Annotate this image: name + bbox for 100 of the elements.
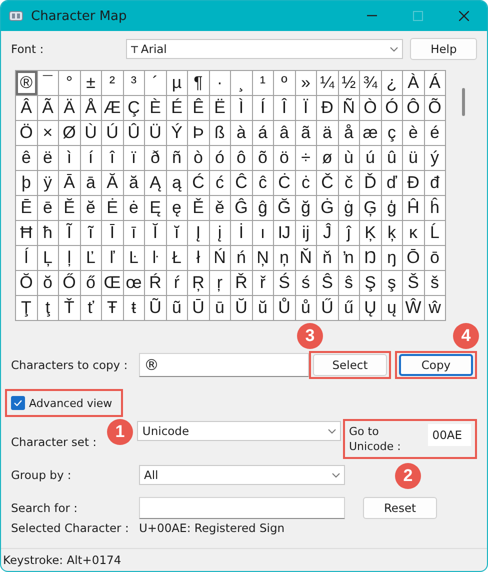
character-cell[interactable]: Ò: [360, 96, 382, 121]
character-cell[interactable]: ø: [317, 146, 338, 171]
character-cell[interactable]: ê: [16, 146, 38, 171]
character-cell[interactable]: Ŵ: [403, 296, 424, 321]
character-cell[interactable]: ŵ: [424, 296, 446, 321]
character-cell[interactable]: Ħ: [16, 221, 38, 246]
character-cell[interactable]: ţ: [38, 296, 59, 321]
character-cell[interactable]: Û: [124, 121, 145, 146]
character-cell[interactable]: é: [424, 121, 446, 146]
character-cell[interactable]: ß: [210, 121, 231, 146]
character-cell[interactable]: Å: [80, 96, 102, 121]
character-cell[interactable]: Ó: [382, 96, 403, 121]
character-cell[interactable]: đ: [424, 171, 446, 196]
character-cell[interactable]: ¼: [317, 71, 338, 96]
character-cell[interactable]: Ġ: [317, 196, 338, 221]
character-cell[interactable]: Ŧ: [102, 296, 124, 321]
character-cell[interactable]: ş: [382, 271, 403, 296]
character-cell[interactable]: Ø: [59, 121, 80, 146]
character-cell[interactable]: Ō: [403, 246, 424, 271]
character-cell[interactable]: ġ: [338, 196, 360, 221]
character-cell[interactable]: ħ: [38, 221, 59, 246]
character-cell[interactable]: Ű: [317, 296, 338, 321]
character-cell[interactable]: ó: [210, 146, 231, 171]
character-cell[interactable]: Ì: [231, 96, 252, 121]
character-cell[interactable]: Ŀ: [124, 246, 145, 271]
character-cell[interactable]: ĺ: [16, 246, 38, 271]
copy-button[interactable]: Copy: [399, 354, 473, 376]
character-cell[interactable]: ½: [338, 71, 360, 96]
character-cell[interactable]: Ū: [188, 296, 210, 321]
character-cell[interactable]: Ğ: [274, 196, 296, 221]
character-cell[interactable]: ¹: [252, 71, 274, 96]
character-cell[interactable]: ō: [424, 246, 446, 271]
character-cell[interactable]: Ĥ: [403, 196, 424, 221]
character-cell[interactable]: ċ: [296, 171, 317, 196]
character-cell[interactable]: Î: [274, 96, 296, 121]
character-cell[interactable]: ĩ: [80, 221, 102, 246]
character-cell[interactable]: İ: [231, 221, 252, 246]
character-cell[interactable]: Ñ: [338, 96, 360, 121]
character-cell[interactable]: ã: [296, 121, 317, 146]
character-cell[interactable]: ķ: [382, 221, 403, 246]
character-cell[interactable]: Ë: [210, 96, 231, 121]
character-cell[interactable]: Ũ: [145, 296, 166, 321]
character-cell[interactable]: č: [338, 171, 360, 196]
character-cell[interactable]: Į: [188, 221, 210, 246]
character-cell[interactable]: į: [210, 221, 231, 246]
character-cell[interactable]: Þ: [188, 121, 210, 146]
character-cell[interactable]: ť: [80, 296, 102, 321]
character-cell[interactable]: ŗ: [210, 271, 231, 296]
character-cell[interactable]: ´: [145, 71, 166, 96]
character-cell[interactable]: Ť: [59, 296, 80, 321]
character-cell[interactable]: ì: [59, 146, 80, 171]
character-cell[interactable]: ö: [274, 146, 296, 171]
character-cell[interactable]: ą: [166, 171, 188, 196]
character-cell[interactable]: ę: [166, 196, 188, 221]
character-cell[interactable]: œ: [124, 271, 145, 296]
character-cell[interactable]: Ā: [59, 171, 80, 196]
character-cell[interactable]: á: [252, 121, 274, 146]
character-cell[interactable]: Ņ: [252, 246, 274, 271]
character-cell[interactable]: å: [338, 121, 360, 146]
character-cell[interactable]: Ă: [102, 171, 124, 196]
character-cell[interactable]: Ş: [360, 271, 382, 296]
character-cell[interactable]: Ĝ: [231, 196, 252, 221]
character-cell[interactable]: ŏ: [38, 271, 59, 296]
character-cell[interactable]: ĕ: [80, 196, 102, 221]
characters-to-copy-field[interactable]: ®: [139, 353, 309, 377]
character-cell[interactable]: ŋ: [382, 246, 403, 271]
character-cell[interactable]: µ: [166, 71, 188, 96]
character-cell[interactable]: Ē: [16, 196, 38, 221]
character-cell[interactable]: Đ: [403, 171, 424, 196]
character-cell[interactable]: À: [403, 71, 424, 96]
character-cell[interactable]: ÿ: [38, 171, 59, 196]
search-field[interactable]: [139, 497, 345, 519]
character-cell[interactable]: ś: [296, 271, 317, 296]
character-cell[interactable]: Ð: [317, 96, 338, 121]
character-cell[interactable]: Ė: [102, 196, 124, 221]
character-cell[interactable]: ý: [424, 146, 446, 171]
character-cell[interactable]: Ŕ: [145, 271, 166, 296]
character-cell[interactable]: ū: [210, 296, 231, 321]
character-cell[interactable]: ¸: [231, 71, 252, 96]
character-cell[interactable]: ë: [38, 146, 59, 171]
character-cell[interactable]: Ŋ: [360, 246, 382, 271]
character-cell[interactable]: É: [166, 96, 188, 121]
character-cell[interactable]: ĝ: [252, 196, 274, 221]
character-cell[interactable]: ®: [16, 71, 38, 96]
character-cell[interactable]: ű: [338, 296, 360, 321]
character-cell[interactable]: ĭ: [166, 221, 188, 246]
character-cell[interactable]: Ć: [188, 171, 210, 196]
character-cell[interactable]: Ř: [231, 271, 252, 296]
select-button[interactable]: Select: [313, 354, 387, 376]
character-cell[interactable]: Ŭ: [231, 296, 252, 321]
character-cell[interactable]: Õ: [424, 96, 446, 121]
character-cell[interactable]: Ą: [145, 171, 166, 196]
character-cell[interactable]: ³: [124, 71, 145, 96]
character-cell[interactable]: ů: [296, 296, 317, 321]
character-cell[interactable]: ú: [360, 146, 382, 171]
character-cell[interactable]: ð: [145, 146, 166, 171]
character-cell[interactable]: Ã: [38, 96, 59, 121]
character-cell[interactable]: Á: [424, 71, 446, 96]
character-cell[interactable]: ÷: [296, 146, 317, 171]
character-cell[interactable]: Ĵ: [317, 221, 338, 246]
